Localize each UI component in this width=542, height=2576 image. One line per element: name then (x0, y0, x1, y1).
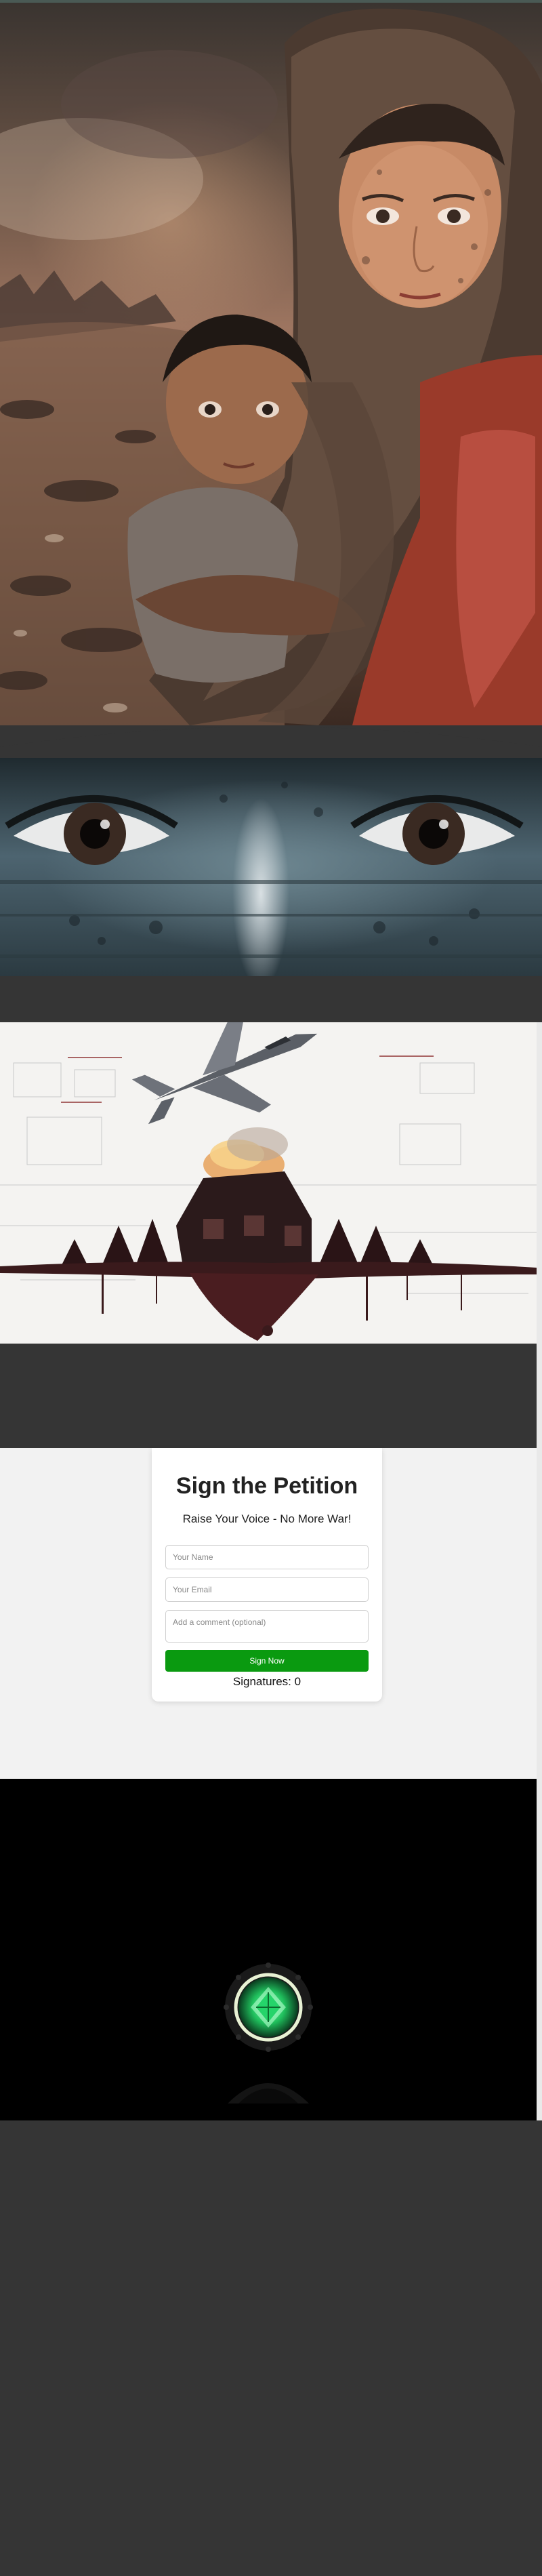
hero-illustration (0, 8, 542, 725)
signature-counter: Signatures: 0 (152, 1675, 382, 1689)
green-diamond-emblem-icon (224, 1963, 313, 2052)
jet-house-illustration (0, 1022, 537, 1344)
petition-title: Sign the Petition (175, 1473, 358, 1499)
signatures-count: 0 (294, 1675, 301, 1688)
sign-now-button[interactable]: Sign Now (165, 1650, 369, 1672)
email-input[interactable] (165, 1577, 369, 1602)
dark-spacer-band-2 (0, 1344, 537, 1448)
footer-dark-area (0, 2120, 542, 2576)
comment-textarea[interactable] (165, 1610, 369, 1643)
name-input[interactable] (165, 1545, 369, 1569)
hero-image (0, 3, 542, 725)
petition-card: Sign the Petition Raise Your Voice - No … (152, 1448, 382, 1702)
signatures-label: Signatures: (232, 1675, 291, 1688)
dark-spacer-band (0, 976, 542, 1022)
emblem-reflection (224, 2063, 313, 2104)
petition-section: Sign the Petition Raise Your Voice - No … (0, 1448, 537, 1779)
section-curve-divider (0, 720, 542, 761)
video-player[interactable] (0, 1779, 537, 2120)
right-edge-strip (537, 1022, 542, 2120)
petition-subtitle: Raise Your Voice - No More War! (182, 1512, 352, 1525)
eyes-closeup-image (0, 758, 542, 976)
